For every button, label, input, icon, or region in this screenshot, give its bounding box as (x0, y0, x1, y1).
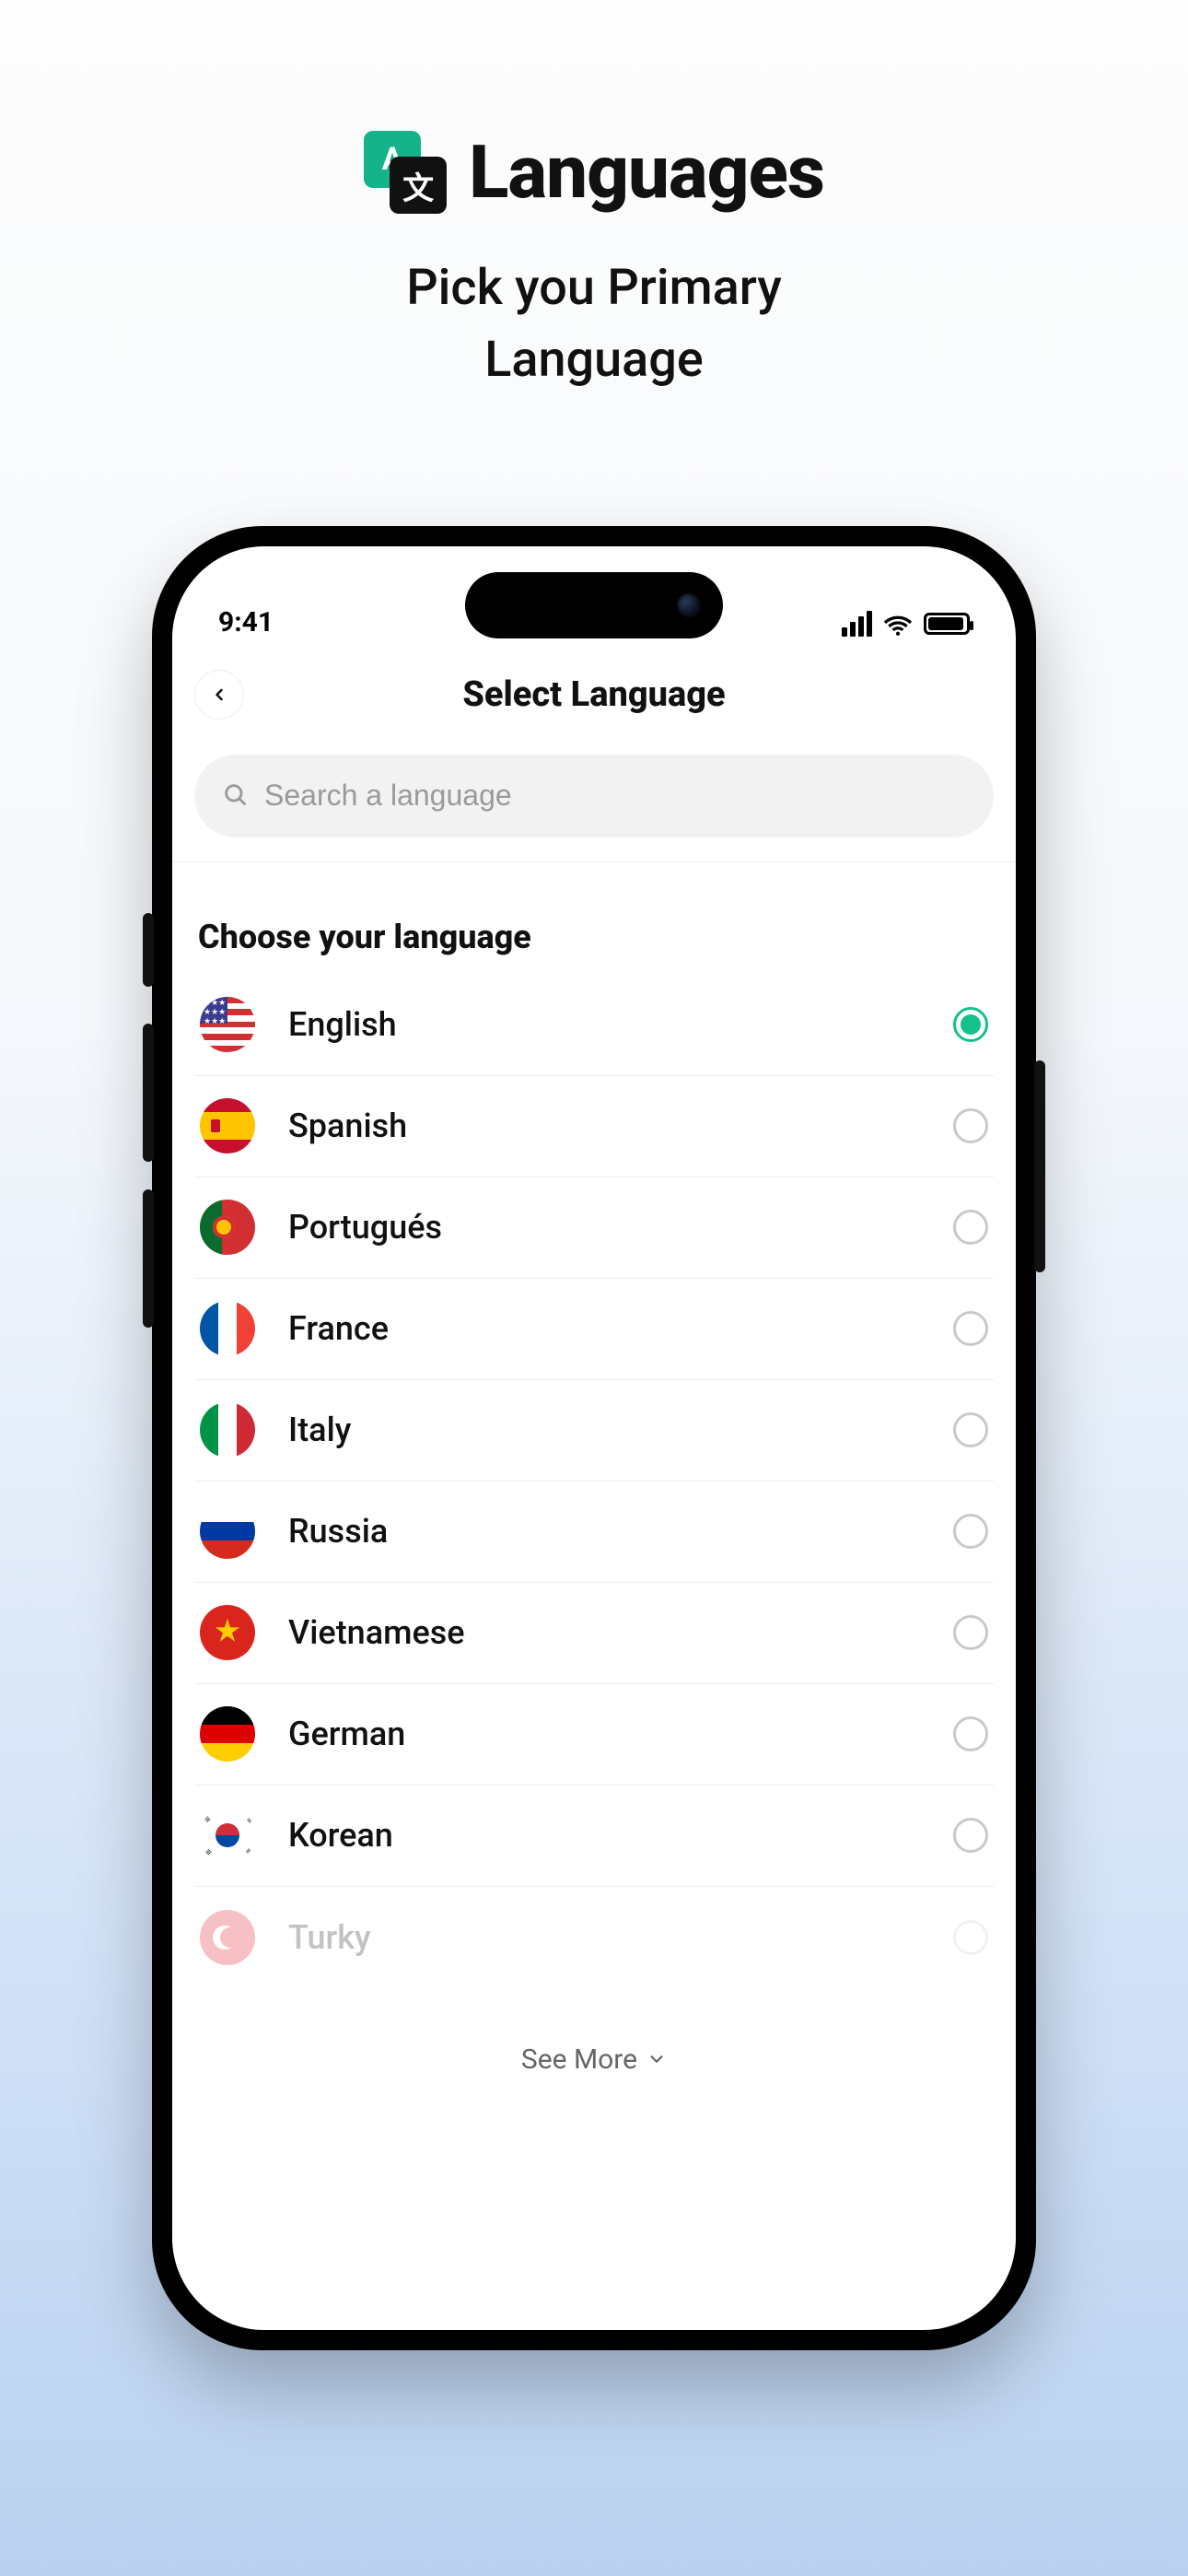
language-radio[interactable] (953, 1920, 988, 1955)
promo-title: Languages (469, 129, 824, 216)
language-name: France (288, 1309, 953, 1348)
language-radio[interactable] (953, 1108, 988, 1143)
promo-subtitle-line2: Language (484, 331, 704, 389)
see-more-label: See More (521, 2043, 637, 2076)
language-name: Spanish (288, 1107, 953, 1145)
search-input[interactable] (264, 779, 966, 813)
language-name: Korean (288, 1816, 953, 1855)
translate-icon-front: 文 (390, 157, 447, 214)
promo-subtitle-line1: Pick you Primary (406, 259, 782, 317)
chevron-down-icon (646, 2049, 667, 2069)
language-row-it[interactable]: Italy (194, 1380, 994, 1481)
see-more-button[interactable]: See More (194, 2043, 994, 2076)
language-row-es[interactable]: Spanish (194, 1076, 994, 1177)
nav-bar: Select Language (194, 653, 994, 736)
language-row-us[interactable]: English (194, 975, 994, 1076)
phone-volume-up (143, 1024, 154, 1162)
phone-volume-down (143, 1189, 154, 1328)
status-indicators (842, 609, 970, 638)
flag-us-icon (200, 997, 255, 1052)
language-row-vn[interactable]: Vietnamese (194, 1583, 994, 1684)
language-name: Portugués (288, 1208, 953, 1247)
language-radio[interactable] (953, 1311, 988, 1346)
flag-de-icon (200, 1706, 255, 1762)
phone-mute-switch (143, 913, 154, 987)
promo-subtitle: Pick you Primary Language (406, 252, 782, 397)
translate-icon: A 文 (364, 131, 447, 214)
flag-pt-icon (200, 1200, 255, 1255)
language-radio[interactable] (953, 1514, 988, 1549)
flag-it-icon (200, 1402, 255, 1458)
language-radio[interactable] (953, 1716, 988, 1751)
language-radio[interactable] (953, 1412, 988, 1447)
search-box[interactable] (194, 755, 994, 837)
flag-es-icon (200, 1098, 255, 1153)
language-radio[interactable] (953, 1210, 988, 1245)
language-row-ru[interactable]: Russia (194, 1481, 994, 1583)
promo-title-row: A 文 Languages (364, 129, 824, 216)
phone-screen: 9:41 Select Language (172, 546, 1016, 2330)
language-radio[interactable] (953, 1007, 988, 1042)
language-name: Italy (288, 1411, 953, 1449)
search-icon (222, 781, 248, 811)
language-radio[interactable] (953, 1615, 988, 1650)
status-time: 9:41 (218, 606, 274, 638)
divider (172, 861, 1016, 862)
wifi-icon (883, 609, 913, 638)
section-heading: Choose your language (194, 918, 994, 956)
flag-ru-icon (200, 1504, 255, 1559)
language-name: Turky (288, 1918, 953, 1957)
promo-header: A 文 Languages Pick you Primary Language (364, 129, 824, 397)
flag-tr-icon (200, 1910, 255, 1965)
cellular-signal-icon (842, 611, 872, 637)
front-camera (677, 593, 701, 617)
language-name: Vietnamese (288, 1613, 953, 1652)
dynamic-island (465, 572, 723, 638)
flag-vn-icon (200, 1605, 255, 1660)
phone-power-button (1034, 1060, 1045, 1272)
language-radio[interactable] (953, 1818, 988, 1853)
language-row-fr[interactable]: France (194, 1279, 994, 1380)
language-list: English Spanish Portugués France Italy Russia… (194, 975, 994, 1988)
language-row-kr[interactable]: ≡≡≡≡ Korean (194, 1786, 994, 1887)
battery-icon (924, 613, 970, 635)
language-row-tr[interactable]: Turky (194, 1887, 994, 1988)
phone-frame: 9:41 Select Language (152, 526, 1036, 2350)
flag-fr-icon (200, 1301, 255, 1356)
flag-kr-icon: ≡≡≡≡ (200, 1808, 255, 1863)
language-row-pt[interactable]: Portugués (194, 1177, 994, 1279)
language-name: Russia (288, 1512, 953, 1551)
language-name: English (288, 1005, 953, 1044)
language-name: German (288, 1715, 953, 1753)
page-title: Select Language (194, 674, 994, 715)
language-row-de[interactable]: German (194, 1684, 994, 1786)
